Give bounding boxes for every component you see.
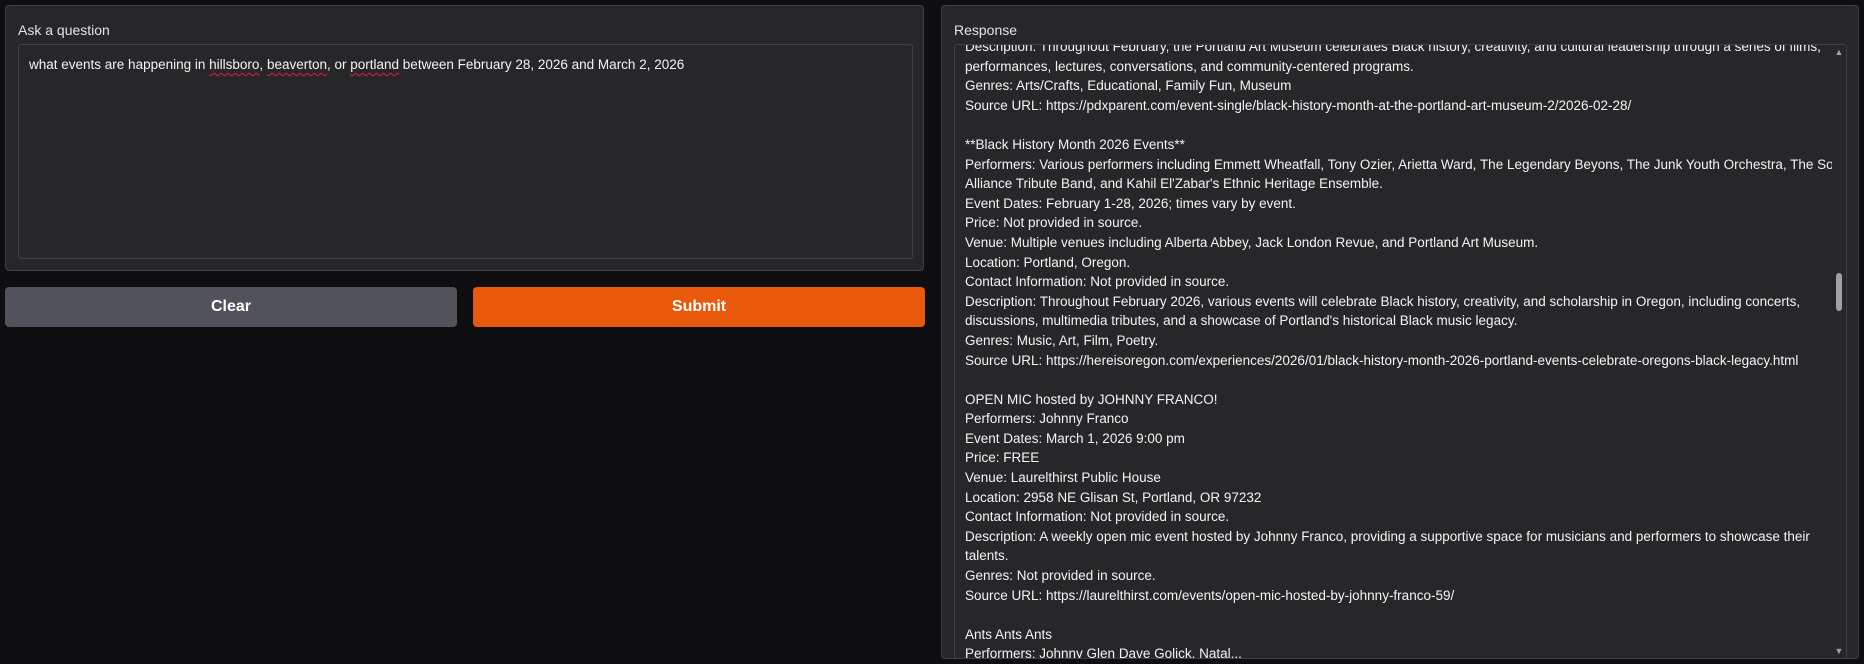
response-line: performances, lectures, conversations, a… [965,58,1414,74]
question-text-segment: , [259,57,267,72]
response-line: Ants Ants Ants [965,626,1053,642]
response-scrollbar[interactable]: ▲ ▼ [1832,45,1846,658]
response-line: Genres: Arts/Crafts, Educational, Family… [965,78,1292,94]
response-line: discussions, multimedia tributes, and a … [965,313,1518,329]
response-line: talents. [965,548,1009,564]
response-line: Price: Not provided in source. [965,215,1143,231]
response-label: Response [954,22,1018,38]
response-line: Description: A weekly open mic event hos… [965,528,1810,544]
response-line: Genres: Not provided in source. [965,568,1156,584]
response-line: Source URL: https://pdxparent.com/event-… [965,97,1632,113]
response-blank-line [965,370,1830,390]
ask-question-label: Ask a question [18,22,110,38]
scroll-down-icon[interactable]: ▼ [1834,646,1844,656]
response-line: Contact Information: Not provided in sou… [965,509,1230,525]
response-line: Alliance Tribute Band, and Kahil El'Zaba… [965,176,1383,192]
question-text-segment: what events are happening in [29,57,210,72]
response-line: OPEN MIC hosted by JOHNNY FRANCO! [965,391,1218,407]
response-line: **Black History Month 2026 Events** [965,136,1185,152]
response-line: Venue: Laurelthirst Public House [965,470,1161,486]
response-line: Description: Throughout February, the Po… [965,44,1821,54]
response-line: Performers: Various performers including… [965,156,1845,172]
response-output[interactable]: Description: Throughout February, the Po… [954,44,1847,659]
response-line: Performers: Johnny Franco [965,411,1129,427]
response-line: Genres: Music, Art, Film, Poetry. [965,332,1159,348]
response-line: Description: Throughout February 2026, v… [965,293,1801,309]
response-line: Performers: Johnny Glen Dave Golick, Nat… [965,646,1242,659]
response-panel: Response Description: Throughout Februar… [941,5,1859,659]
response-line: Venue: Multiple venues including Alberta… [965,234,1539,250]
response-text: Description: Throughout February, the Po… [965,44,1845,659]
submit-button[interactable]: Submit [473,287,925,327]
scroll-thumb[interactable] [1836,273,1842,311]
response-blank-line [965,115,1830,135]
response-line: Event Dates: February 1-28, 2026; times … [965,195,1296,211]
response-line: Source URL: https://laurelthirst.com/eve… [965,587,1455,603]
question-text-segment: , or [326,57,351,72]
scroll-up-icon[interactable]: ▲ [1834,47,1844,57]
question-text-segment: hillsboro [209,57,260,72]
response-line: Price: FREE [965,450,1040,466]
question-text-segment: portland [350,57,400,72]
response-line: Location: 2958 NE Glisan St, Portland, O… [965,489,1262,505]
response-line: Location: Portland, Oregon. [965,254,1131,270]
question-textarea[interactable]: what events are happening in hillsboro , … [18,44,913,259]
clear-button[interactable]: Clear [5,287,457,327]
response-line: Contact Information: Not provided in sou… [965,274,1230,290]
response-line: Event Dates: March 1, 2026 9:00 pm [965,430,1185,446]
question-text-segment: between February 28, 2026 and March 2, 2… [399,57,685,72]
response-blank-line [965,605,1830,625]
question-text-segment: beaverton [266,57,327,72]
ask-question-panel: Ask a question what events are happening… [5,5,924,271]
response-line: Source URL: https://hereisoregon.com/exp… [965,352,1799,368]
